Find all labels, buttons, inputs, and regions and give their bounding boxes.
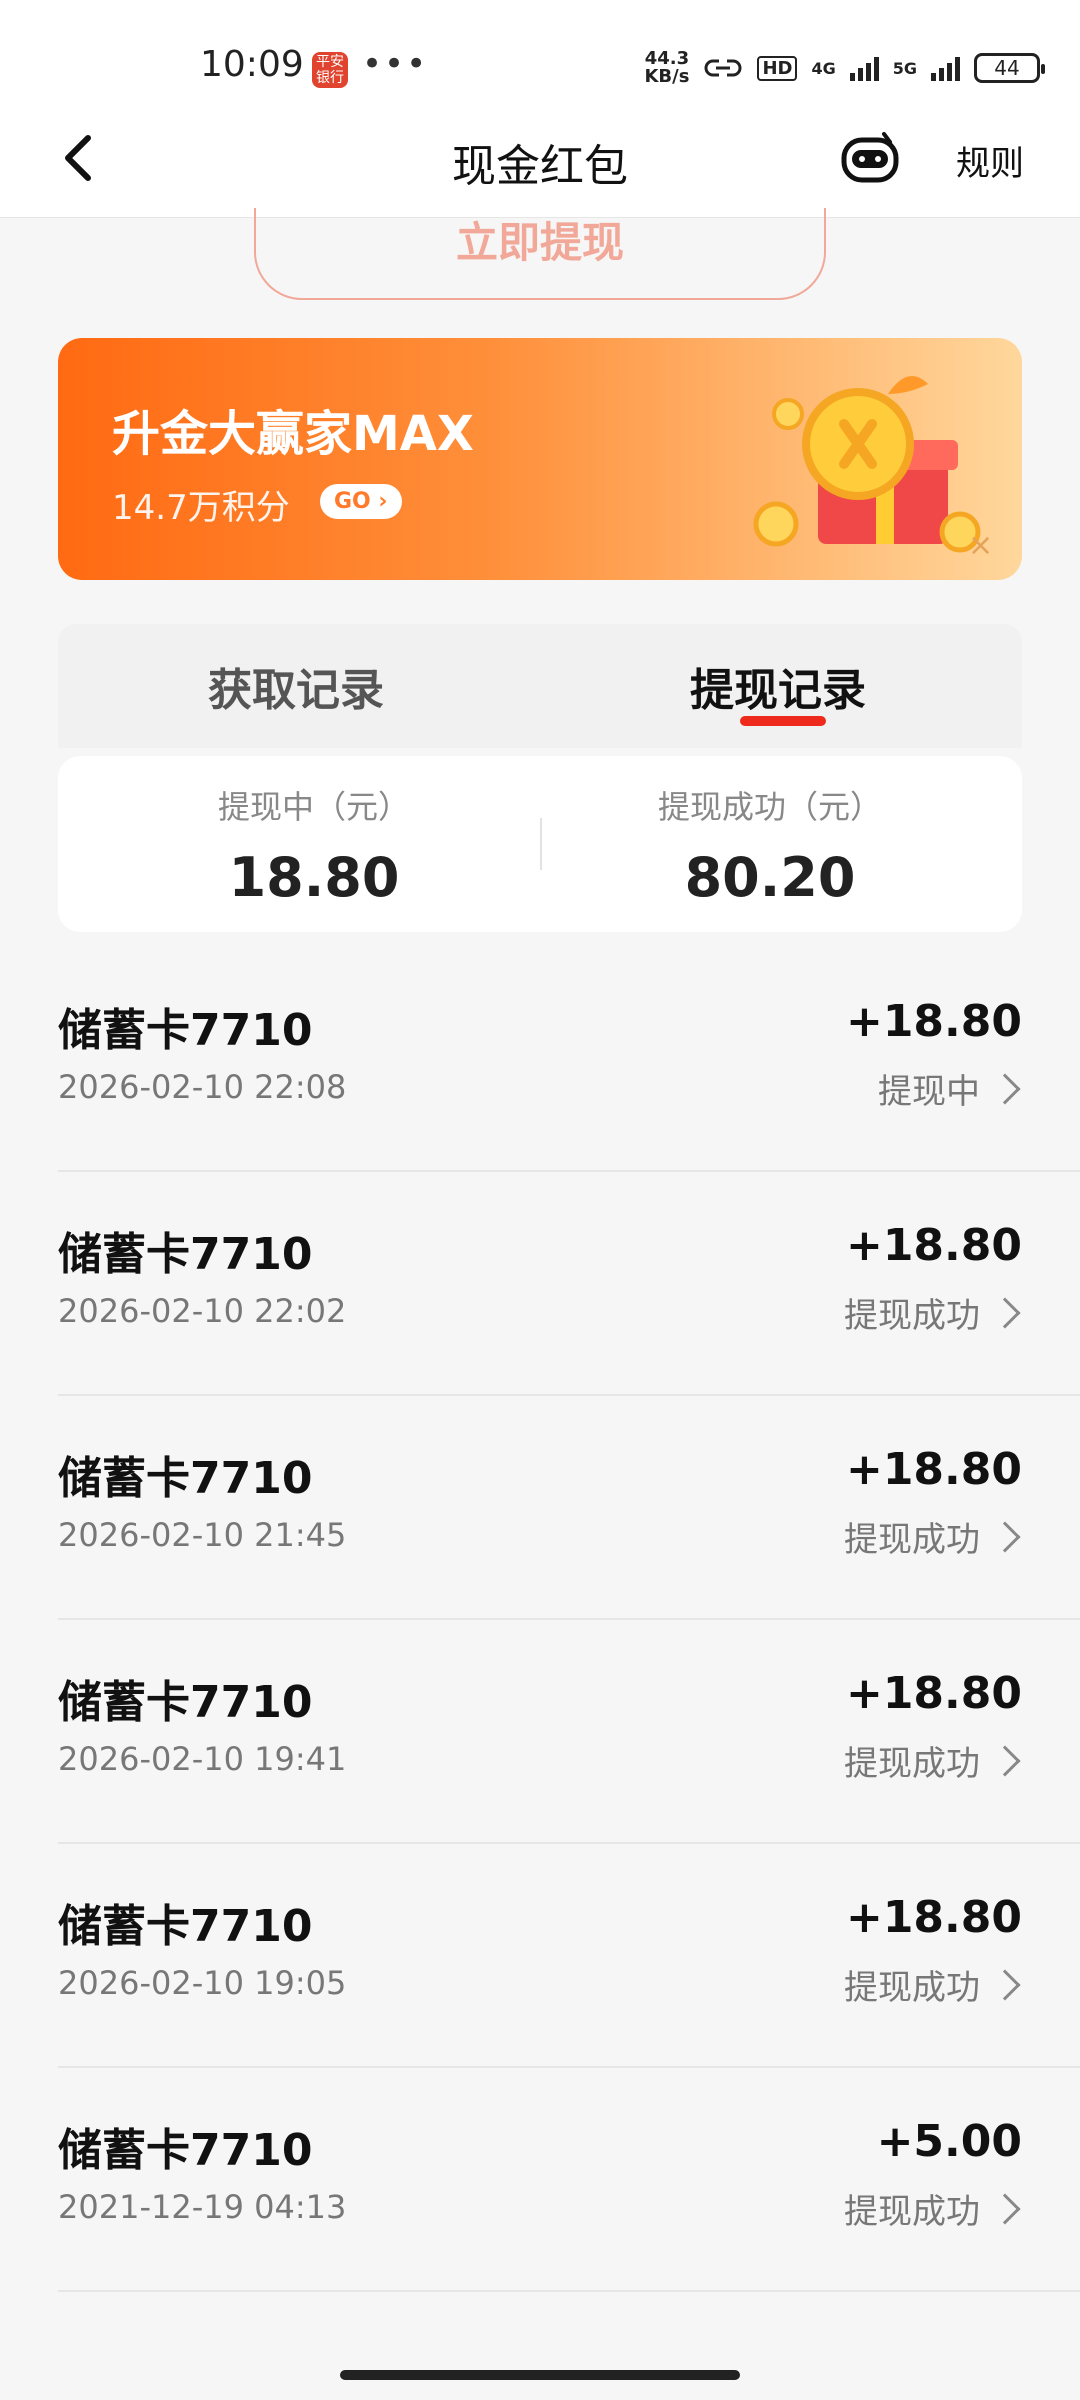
record-status: 提现成功 (844, 1960, 1022, 2009)
network-speed: 44.3 KB/s (644, 50, 689, 86)
tab-earn-records[interactable]: 获取记录 (208, 654, 384, 718)
success-value: 80.20 (684, 846, 856, 909)
record-date: 2026-02-10 22:08 (58, 1068, 347, 1106)
network-speed-unit: KB/s (644, 66, 690, 87)
more-notifications-icon: ••• (362, 44, 429, 84)
robot-assistant-icon[interactable] (838, 128, 902, 188)
record-status-label: 提现成功 (844, 1968, 980, 2008)
record-status-label: 提现成功 (844, 1744, 980, 1784)
record-card-name: 储蓄卡7710 (58, 1229, 313, 1280)
withdraw-record-row[interactable]: 储蓄卡7710 2026-02-10 19:05 +18.80 提现成功 (58, 1844, 1080, 2068)
record-card-name: 储蓄卡7710 (58, 1005, 313, 1056)
nav-header: 现金红包 规则 (0, 100, 1080, 218)
record-tabs: 获取记录 提现记录 (58, 624, 1022, 748)
record-status-label: 提现成功 (844, 2192, 980, 2232)
record-date: 2026-02-10 19:41 (58, 1740, 347, 1778)
record-date: 2021-12-19 04:13 (58, 2188, 347, 2226)
active-tab-indicator (740, 716, 826, 726)
record-card-name: 储蓄卡7710 (58, 2125, 313, 2176)
status-icons: 44.3 KB/s HD 4G 5G 44 (644, 50, 1045, 86)
success-label: 提现成功（元） (657, 788, 882, 826)
record-status-label: 提现中 (878, 1072, 980, 1112)
record-amount: +18.80 (845, 1892, 1022, 1943)
status-time: 10:09 (200, 44, 304, 85)
record-amount: +18.80 (845, 996, 1022, 1047)
chevron-right-icon (989, 1520, 1021, 1553)
record-status-label: 提现成功 (844, 1520, 980, 1560)
withdraw-record-row[interactable]: 储蓄卡7710 2026-02-10 22:08 +18.80 提现中 (58, 948, 1080, 1172)
chevron-right-icon (989, 1072, 1021, 1105)
pending-value: 18.80 (228, 846, 400, 909)
success-summary: 提现成功（元） 80.20 (570, 782, 970, 909)
promo-banner[interactable]: 升金大赢家MAX 14.7万积分 GO › × (58, 338, 1022, 580)
gift-box-coins-illustration (753, 376, 981, 553)
banner-close-icon[interactable]: × (968, 528, 993, 563)
banner-points: 14.7万积分 (112, 488, 290, 528)
pending-label: 提现中（元） (217, 788, 410, 826)
signal-5g-label: 5G (892, 58, 917, 78)
withdraw-record-row[interactable]: 储蓄卡7710 2026-02-10 21:45 +18.80 提现成功 (58, 1396, 1080, 1620)
record-status: 提现中 (878, 1064, 1022, 1113)
withdraw-record-row[interactable]: 储蓄卡7710 2026-02-10 22:02 +18.80 提现成功 (58, 1172, 1080, 1396)
rules-link[interactable]: 规则 (956, 136, 1024, 185)
battery-icon: 44 (974, 53, 1045, 83)
banner-title: 升金大赢家MAX (112, 406, 474, 462)
record-amount: +5.00 (876, 2116, 1022, 2167)
record-card-name: 储蓄卡7710 (58, 1453, 313, 1504)
record-date: 2026-02-10 22:02 (58, 1292, 347, 1330)
summary-divider (540, 818, 542, 870)
withdraw-summary-card: 提现中（元） 18.80 提现成功（元） 80.20 (58, 756, 1022, 932)
record-status-label: 提现成功 (844, 1296, 980, 1336)
chevron-right-icon (989, 1744, 1021, 1777)
withdraw-record-row[interactable]: 储蓄卡7710 2026-02-10 19:41 +18.80 提现成功 (58, 1620, 1080, 1844)
record-amount: +18.80 (845, 1444, 1022, 1495)
record-amount: +18.80 (845, 1668, 1022, 1719)
record-card-name: 储蓄卡7710 (58, 1901, 313, 1952)
chevron-right-icon (989, 1296, 1021, 1329)
link-icon (704, 59, 742, 77)
record-status: 提现成功 (844, 1512, 1022, 1561)
tab-withdraw-records[interactable]: 提现记录 (690, 654, 866, 718)
signal-bars-icon (849, 55, 879, 81)
page-title: 现金红包 (452, 141, 628, 192)
record-date: 2026-02-10 19:05 (58, 1964, 347, 2002)
signal-bars-icon (931, 55, 960, 81)
chevron-right-icon (989, 1968, 1021, 2001)
pending-summary: 提现中（元） 18.80 (114, 782, 514, 909)
banner-go-button[interactable]: GO › (320, 484, 402, 519)
bank-app-icon: 平安 银行 (312, 52, 348, 88)
home-indicator[interactable] (340, 2370, 740, 2380)
withdraw-now-button[interactable]: 立即提现 (254, 208, 826, 300)
hd-badge: HD (757, 55, 798, 81)
chevron-right-icon (989, 2192, 1021, 2225)
record-status: 提现成功 (844, 2184, 1022, 2233)
signal-4g-label: 4G (811, 58, 836, 78)
record-status: 提现成功 (844, 1736, 1022, 1785)
record-status: 提现成功 (844, 1288, 1022, 1337)
withdraw-record-row[interactable]: 储蓄卡7710 2021-12-19 04:13 +5.00 提现成功 (58, 2068, 1080, 2292)
record-amount: +18.80 (845, 1220, 1022, 1271)
record-date: 2026-02-10 21:45 (58, 1516, 347, 1554)
record-card-name: 储蓄卡7710 (58, 1677, 313, 1728)
